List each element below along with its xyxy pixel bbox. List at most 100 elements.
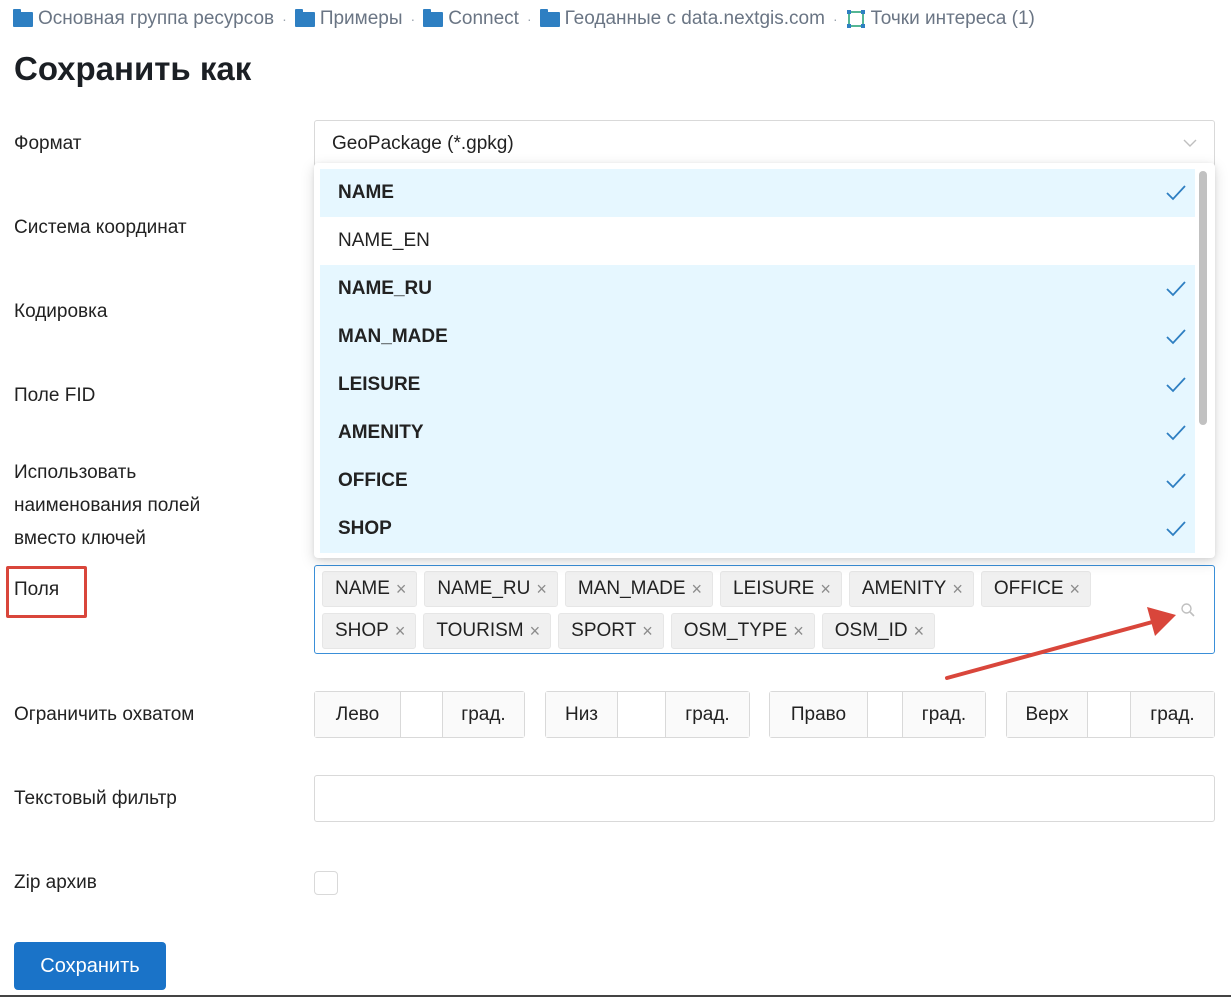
extent-left-group: Лево град. bbox=[314, 691, 525, 738]
check-icon bbox=[1166, 521, 1186, 537]
folder-icon bbox=[294, 8, 315, 27]
field-tag-label: OFFICE bbox=[993, 578, 1064, 599]
text-filter-label: Текстовый фильтр bbox=[14, 788, 177, 809]
dropdown-option[interactable]: LEISURE bbox=[320, 361, 1195, 409]
dropdown-option-label: NAME bbox=[338, 182, 394, 203]
close-icon[interactable]: × bbox=[692, 579, 703, 600]
field-tag: SHOP × bbox=[322, 613, 417, 649]
field-tag-label: AMENITY bbox=[861, 578, 947, 599]
dropdown-option[interactable]: MAN_MADE bbox=[320, 313, 1195, 361]
field-tag-label: SHOP bbox=[335, 620, 389, 641]
dropdown-option-label: SHOP bbox=[338, 518, 392, 539]
breadcrumb: Основная группа ресурсов · Примеры · Con… bbox=[13, 6, 1035, 32]
dropdown-option-label: NAME_EN bbox=[338, 230, 430, 251]
field-tag: LEISURE × bbox=[720, 571, 842, 607]
field-tag-label: OSM_TYPE bbox=[683, 620, 788, 641]
breadcrumb-item[interactable]: Примеры bbox=[294, 8, 403, 30]
format-select-value: GeoPackage (*.gpkg) bbox=[332, 133, 514, 154]
extent-bottom-unit: град. bbox=[666, 692, 749, 737]
dropdown-option-label: OFFICE bbox=[338, 470, 408, 491]
field-tag: SPORT × bbox=[558, 613, 664, 649]
extent-left-input[interactable] bbox=[400, 692, 443, 737]
close-icon[interactable]: × bbox=[914, 621, 925, 642]
extent-bottom-input[interactable] bbox=[617, 692, 666, 737]
dropdown-option-label: LEISURE bbox=[338, 374, 421, 395]
extent-label: Ограничить охватом bbox=[14, 704, 195, 725]
format-select[interactable]: GeoPackage (*.gpkg) bbox=[314, 120, 1215, 168]
fields-multiselect[interactable]: NAME × NAME_RU × MAN_MADE × LEISURE × AMENITY × OF… bbox=[314, 565, 1215, 654]
display-name-label-line: Использовать bbox=[14, 462, 137, 483]
folder-icon bbox=[423, 8, 444, 27]
extent-right-group: Право град. bbox=[769, 691, 986, 738]
field-tag-label: NAME bbox=[335, 578, 390, 599]
breadcrumb-item[interactable]: Геоданные с data.nextgis.com bbox=[539, 8, 825, 30]
dropdown-option[interactable]: NAME bbox=[320, 169, 1195, 217]
display-name-label-line: вместо ключей bbox=[14, 528, 146, 549]
text-filter-input[interactable] bbox=[314, 775, 1215, 822]
dropdown-option[interactable]: OFFICE bbox=[320, 457, 1195, 505]
close-icon[interactable]: × bbox=[1070, 579, 1081, 600]
field-tag-label: OSM_ID bbox=[834, 620, 908, 641]
close-icon[interactable]: × bbox=[536, 579, 547, 600]
search-icon bbox=[1181, 603, 1195, 617]
dropdown-option-label: MAN_MADE bbox=[338, 326, 448, 347]
extent-right-input[interactable] bbox=[867, 692, 903, 737]
close-icon[interactable]: × bbox=[952, 579, 963, 600]
page-title: Сохранить как bbox=[14, 50, 252, 87]
breadcrumb-item[interactable]: Точки интереса (1) bbox=[846, 8, 1035, 30]
dropdown-option-label: AMENITY bbox=[338, 422, 424, 443]
field-tag: OFFICE × bbox=[980, 571, 1092, 607]
extent-top-input[interactable] bbox=[1087, 692, 1131, 737]
fields-label-highlight bbox=[6, 566, 87, 618]
vector-layer-icon bbox=[846, 10, 865, 28]
check-icon bbox=[1166, 425, 1186, 441]
dropdown-option[interactable]: AMENITY bbox=[320, 409, 1195, 457]
field-tag: AMENITY × bbox=[848, 571, 974, 607]
dropdown-option[interactable]: NAME_EN bbox=[320, 217, 1195, 265]
close-icon[interactable]: × bbox=[395, 621, 406, 642]
field-tag: OSM_ID × bbox=[821, 613, 936, 649]
breadcrumb-item[interactable]: Connect bbox=[423, 8, 519, 30]
close-icon[interactable]: × bbox=[396, 579, 407, 600]
close-icon[interactable]: × bbox=[793, 621, 804, 642]
check-icon bbox=[1166, 473, 1186, 489]
field-tag: MAN_MADE × bbox=[564, 571, 714, 607]
zip-checkbox[interactable] bbox=[314, 871, 338, 895]
extent-right-unit: град. bbox=[903, 692, 985, 737]
field-tag-label: NAME_RU bbox=[437, 578, 531, 599]
display-name-label-line: наименования полей bbox=[14, 495, 201, 516]
breadcrumb-item[interactable]: Основная группа ресурсов bbox=[13, 8, 274, 30]
dropdown-option-label: NAME_RU bbox=[338, 278, 432, 299]
srs-label: Система координат bbox=[14, 217, 187, 238]
dropdown-option[interactable]: SHOP bbox=[320, 505, 1195, 553]
extent-bottom-group: Низ град. bbox=[545, 691, 750, 738]
save-button[interactable]: Сохранить bbox=[14, 942, 166, 990]
fields-dropdown: NAME NAME_EN NAME_RU MAN_MADE LEISURE AMENITY… bbox=[314, 163, 1215, 558]
check-icon bbox=[1166, 329, 1186, 345]
folder-icon bbox=[13, 8, 33, 27]
close-icon[interactable]: × bbox=[642, 621, 653, 642]
field-tag: NAME_RU × bbox=[424, 571, 558, 607]
format-label: Формат bbox=[14, 133, 82, 154]
fid-field-label: Поле FID bbox=[14, 385, 96, 406]
dropdown-scrollbar[interactable] bbox=[1199, 171, 1207, 425]
field-tag: NAME × bbox=[322, 571, 418, 607]
folder-icon bbox=[539, 8, 560, 27]
extent-top-unit: град. bbox=[1131, 692, 1214, 737]
check-icon bbox=[1166, 281, 1186, 297]
close-icon[interactable]: × bbox=[530, 621, 541, 642]
check-icon bbox=[1166, 377, 1186, 393]
field-tag-label: TOURISM bbox=[436, 620, 524, 641]
extent-top-label: Верх bbox=[1007, 692, 1087, 737]
breadcrumb-separator: · bbox=[282, 11, 287, 27]
zip-label: Zip архив bbox=[14, 872, 97, 893]
close-icon[interactable]: × bbox=[820, 579, 831, 600]
chevron-down-icon bbox=[1183, 139, 1197, 147]
extent-right-label: Право bbox=[770, 692, 867, 737]
extent-left-unit: град. bbox=[443, 692, 524, 737]
field-tag-label: LEISURE bbox=[733, 578, 815, 599]
field-tag: TOURISM × bbox=[423, 613, 552, 649]
field-tag: OSM_TYPE × bbox=[670, 613, 815, 649]
dropdown-option[interactable]: NAME_RU bbox=[320, 265, 1195, 313]
field-tag-label: SPORT bbox=[571, 620, 637, 641]
